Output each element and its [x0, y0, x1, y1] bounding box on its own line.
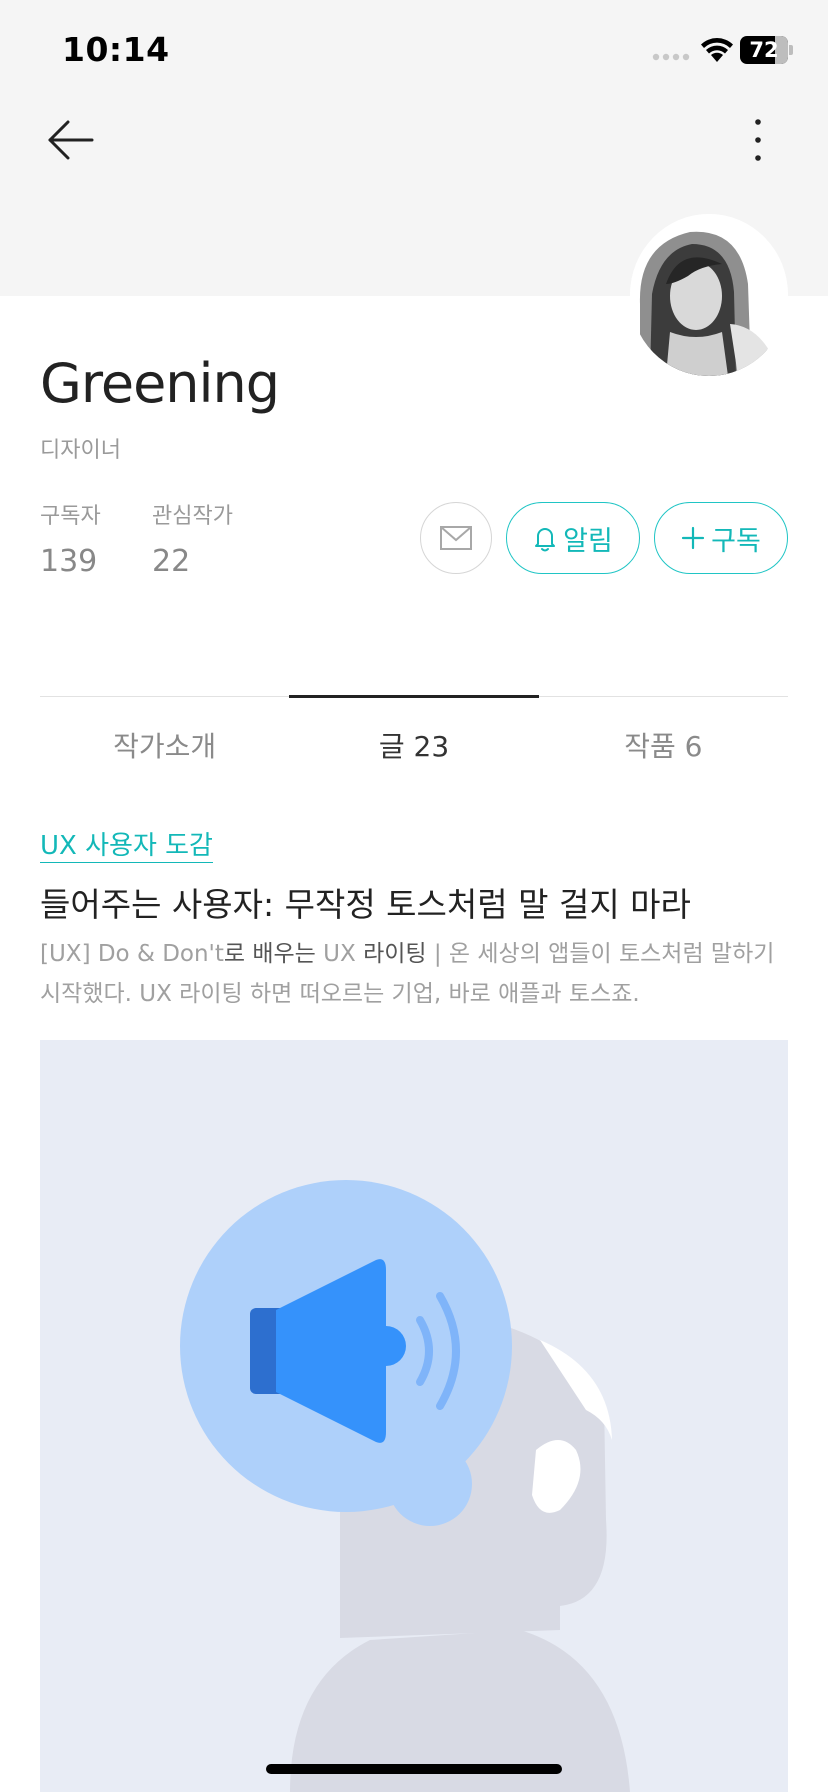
profile-photo	[630, 214, 788, 376]
stat-value: 22	[152, 544, 191, 579]
status-time: 10:14	[62, 30, 170, 69]
excerpt-text-emphasis: 라이팅	[363, 941, 427, 967]
more-options-button[interactable]	[738, 112, 778, 168]
profile-page: 10:14 72 Greening 디자이너 구독자 139 관심작가 22 알…	[0, 0, 828, 1792]
alarm-button[interactable]: 알림	[506, 502, 640, 574]
home-indicator[interactable]	[266, 1764, 562, 1774]
stat-label: 관심작가	[152, 504, 233, 529]
stat-subscribers[interactable]: 구독자 139	[40, 498, 101, 579]
speaker-illustration	[40, 1040, 788, 1792]
wifi-icon	[701, 38, 733, 62]
profile-tabs: 작가소개 글 23 작품 6	[40, 695, 788, 766]
excerpt-text-emphasis: 로 배우는	[223, 941, 324, 967]
tab-works[interactable]: 작품 6	[539, 697, 788, 766]
bell-icon	[535, 528, 556, 552]
profile-name: Greening	[40, 352, 280, 415]
article-category-link[interactable]: UX 사용자 도감	[40, 830, 213, 863]
battery-level: 72	[749, 38, 779, 62]
tab-posts[interactable]: 글 23	[289, 695, 539, 766]
tab-label: 작품 6	[624, 730, 703, 763]
stat-label: 구독자	[40, 504, 101, 529]
alarm-label: 알림	[563, 525, 613, 557]
mail-icon	[439, 525, 472, 550]
article-title[interactable]: 들어주는 사용자: 무작정 토스처럼 말 걸지 마라	[40, 878, 800, 926]
article-cover-image[interactable]	[40, 1040, 788, 1792]
subscribe-button[interactable]: 구독	[654, 502, 788, 574]
excerpt-text: UX	[323, 941, 364, 967]
battery-icon: 72	[740, 36, 793, 64]
back-button[interactable]	[40, 112, 100, 168]
bubble-tail	[388, 1442, 472, 1526]
back-arrow-icon	[48, 120, 94, 160]
plus-icon	[682, 526, 705, 550]
status-bar: 10:14 72	[0, 0, 828, 100]
tab-label: 글 23	[378, 730, 450, 763]
avatar[interactable]	[630, 214, 788, 376]
article-excerpt[interactable]: [UX] Do & Don't로 배우는 UX 라이팅 | 온 세상의 앱들이 …	[40, 934, 800, 1014]
tab-about-writer[interactable]: 작가소개	[40, 697, 289, 766]
stat-interested-writers[interactable]: 관심작가 22	[152, 498, 233, 579]
stat-value: 139	[40, 544, 98, 579]
excerpt-text: [UX] Do & Don't	[40, 941, 224, 967]
tab-label: 작가소개	[113, 730, 217, 763]
message-button[interactable]	[420, 502, 492, 574]
more-vertical-icon	[755, 119, 761, 161]
profile-role: 디자이너	[40, 438, 121, 463]
cellular-signal-icon	[652, 53, 690, 61]
subscribe-label: 구독	[711, 525, 761, 557]
